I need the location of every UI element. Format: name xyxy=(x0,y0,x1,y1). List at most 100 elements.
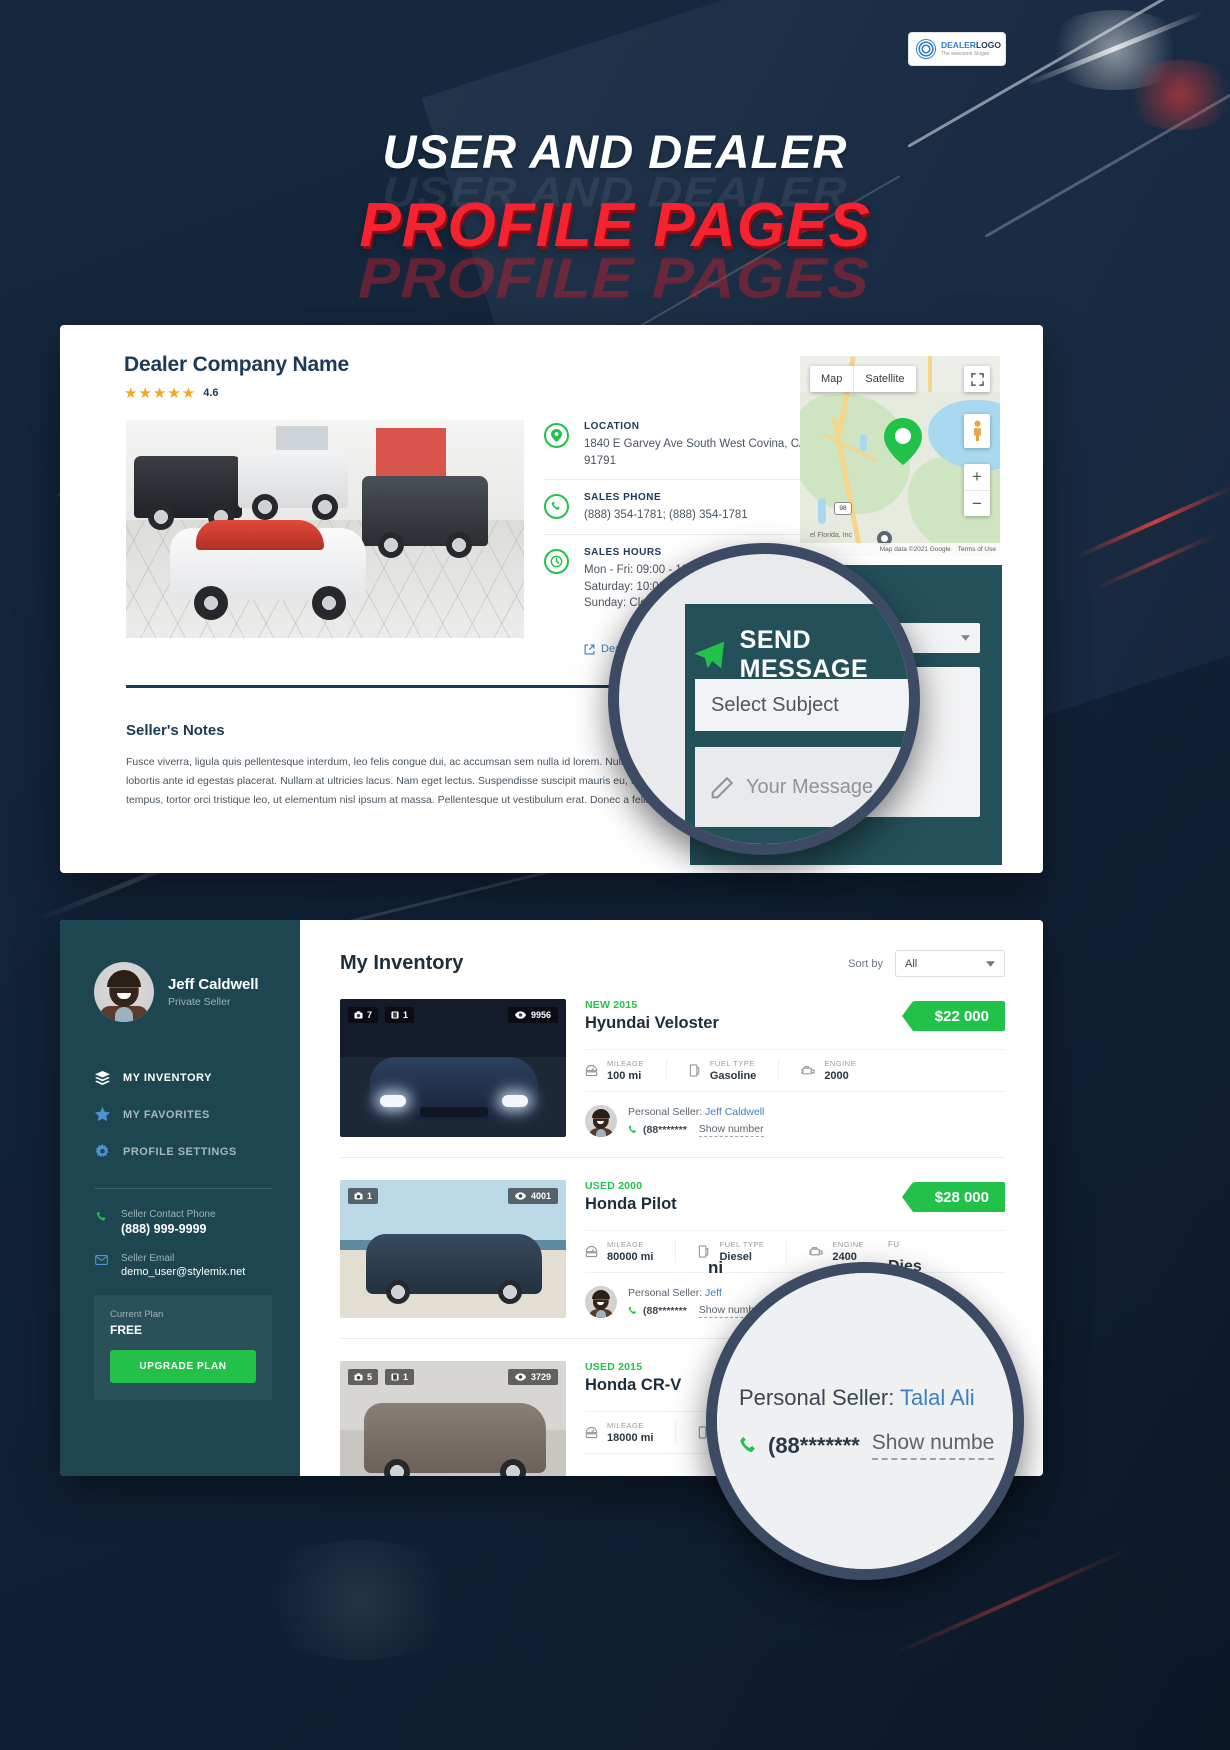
map-zoom-in-button[interactable]: + xyxy=(964,464,990,490)
sidebar-phone-value: (888) 999-9999 xyxy=(121,1222,207,1236)
spec-label: ENGINE xyxy=(832,1240,865,1249)
chevron-down-icon xyxy=(986,960,995,967)
spec-label: MILEAGE xyxy=(607,1421,644,1430)
magnified-message-area[interactable]: Your Message xyxy=(695,747,909,827)
spec-label: ENGINE xyxy=(824,1059,857,1068)
listing-body: $22 000 NEW 2015 Hyundai Veloster MILEAG… xyxy=(585,999,1005,1137)
contact-value-phone: (888) 354-1781; (888) 354-1781 xyxy=(584,509,748,522)
seller-line: Personal Seller: Jeff Caldwell xyxy=(628,1106,764,1118)
view-count: 3729 xyxy=(530,1372,551,1382)
listing-media-badges: 1 xyxy=(348,1188,379,1204)
listing-thumbnail[interactable]: 5 1 3729 xyxy=(340,1361,566,1476)
camera-icon xyxy=(354,1011,363,1019)
magnified-send-message-heading: SEND MESSAGE xyxy=(739,626,869,683)
film-icon xyxy=(391,1373,399,1381)
phone-icon xyxy=(94,1211,109,1236)
listing-price: $28 000 xyxy=(901,1182,1005,1212)
upgrade-plan-button[interactable]: UPGRADE PLAN xyxy=(110,1350,256,1383)
dealer-logo-text: DEALERLOGO xyxy=(941,41,1001,50)
map-road xyxy=(928,356,932,392)
camera-icon xyxy=(354,1192,363,1200)
contact-label: SALES HOURS xyxy=(584,547,662,559)
sidebar-item-my-favorites[interactable]: MY FAVORITES xyxy=(94,1096,272,1133)
rating-value: 4.6 xyxy=(203,387,219,399)
star-rating-icon: ★★★★★ xyxy=(124,385,197,402)
spec-engine: ENGINE 2400 xyxy=(786,1240,886,1263)
contact-item-location: LOCATION 1840 E Garvey Ave South West Co… xyxy=(544,415,812,479)
map-tab-satellite[interactable]: Satellite xyxy=(853,366,915,392)
sidebar-email-value: demo_user@stylemix.net xyxy=(121,1266,246,1278)
clock-icon xyxy=(544,549,569,575)
magnified-message-placeholder: Your Message xyxy=(746,775,874,798)
sort-select[interactable]: All xyxy=(895,950,1005,977)
phone-icon xyxy=(628,1305,636,1314)
plan-value: FREE xyxy=(110,1323,143,1337)
magnified-peek-fuel-label: FU xyxy=(888,1240,900,1249)
listing-thumbnail[interactable]: 1 4001 xyxy=(340,1180,566,1318)
map-location-marker-icon[interactable] xyxy=(884,418,922,465)
sidebar-item-my-inventory[interactable]: MY INVENTORY xyxy=(94,1060,272,1096)
show-number-button[interactable]: Show number xyxy=(698,1123,764,1137)
dealer-logo-word1: DEALER xyxy=(941,40,976,51)
contact-value-location: 1840 E Garvey Ave South West Covina, CA … xyxy=(584,438,807,467)
magnified-subject-select[interactable]: Select Subject xyxy=(695,679,909,731)
magnified-show-number-button[interactable]: Show numbe xyxy=(871,1431,995,1460)
page-title: My Inventory xyxy=(340,952,464,974)
street-view-pegman-icon[interactable] xyxy=(964,414,990,448)
inventory-header: My Inventory Sort by All xyxy=(340,950,1005,977)
sidebar-phone-label: Seller Contact Phone xyxy=(121,1209,216,1220)
seller-name-link[interactable]: Jeff Caldwell xyxy=(705,1106,764,1118)
view-count: 4001 xyxy=(530,1191,551,1201)
map-poi-marker-dot xyxy=(881,535,888,542)
spec-label: MILEAGE xyxy=(607,1059,644,1068)
fullscreen-icon[interactable] xyxy=(964,366,990,392)
listing-media-badges: 5 1 xyxy=(348,1369,415,1385)
sidebar-label: MY INVENTORY xyxy=(123,1072,212,1084)
phone-icon xyxy=(544,494,569,520)
camera-icon xyxy=(354,1373,363,1381)
envelope-icon xyxy=(94,1255,109,1278)
photo-count-badge: 5 xyxy=(348,1369,379,1385)
magnified-phone-row: (88******* Show numbe xyxy=(739,1431,995,1460)
map-water-area xyxy=(818,498,826,524)
magnified-seller-prefix: Personal Seller: xyxy=(739,1385,895,1410)
avatar xyxy=(585,1105,617,1137)
map-terms-link[interactable]: Terms of Use xyxy=(958,546,996,553)
sidebar-item-profile-settings[interactable]: PROFILE SETTINGS xyxy=(94,1133,272,1170)
magnified-seller-line: Personal Seller: Talal Ali xyxy=(739,1385,1013,1411)
wheel-logo-icon xyxy=(916,39,936,59)
magnified-seller-name[interactable]: Talal Ali xyxy=(900,1385,975,1410)
contact-label: LOCATION xyxy=(584,421,640,432)
sort-select-value: All xyxy=(905,957,918,970)
magnified-heading-row: SEND MESSAGE xyxy=(693,626,909,684)
sidebar-nav: MY INVENTORY MY FAVORITES PROFILE SETTIN… xyxy=(94,1060,272,1170)
paper-plane-icon xyxy=(694,641,725,669)
map-tab-map[interactable]: Map xyxy=(810,366,853,392)
eye-icon xyxy=(514,1192,526,1200)
view-count-badge: 3729 xyxy=(507,1369,558,1385)
spec-value: Diesel xyxy=(719,1251,752,1263)
listing-thumbnail[interactable]: 7 1 9956 xyxy=(340,999,566,1137)
mileage-icon xyxy=(585,1421,598,1444)
hero-banner: USER AND DEALER PROFILE PAGES xyxy=(0,128,1230,257)
spec-label: FUEL TYPE xyxy=(719,1240,765,1249)
photo-count-badge: 1 xyxy=(348,1188,379,1204)
sidebar-user: Jeff Caldwell Private Seller xyxy=(94,962,272,1022)
photo-count: 5 xyxy=(367,1372,373,1382)
hero-subtitle: PROFILE PAGES xyxy=(359,191,871,260)
avatar xyxy=(94,962,154,1022)
engine-icon xyxy=(801,1059,815,1082)
video-count: 1 xyxy=(403,1010,409,1020)
profile-sidebar: Jeff Caldwell Private Seller MY INVENTOR… xyxy=(60,920,300,1476)
spec-mileage: MILEAGE 18000 mi xyxy=(585,1421,675,1444)
map-type-tabs[interactable]: Map Satellite xyxy=(810,366,916,392)
contact-item-phone: SALES PHONE (888) 354-1781; (888) 354-17… xyxy=(544,479,812,534)
map-zoom-out-button[interactable]: − xyxy=(964,490,990,516)
map-zoom-controls[interactable]: + − xyxy=(964,464,990,516)
gear-icon xyxy=(94,1144,110,1159)
chevron-down-icon xyxy=(961,635,970,641)
list-item[interactable]: 7 1 9956 $22 000 NEW 2015 Hyundai Velost… xyxy=(340,977,1005,1158)
dealer-location-map[interactable]: 98 el Florida, Inc Map Satellite + − Map… xyxy=(800,356,1000,556)
view-count-badge: 4001 xyxy=(507,1188,558,1204)
taillight-glow xyxy=(1120,60,1230,130)
